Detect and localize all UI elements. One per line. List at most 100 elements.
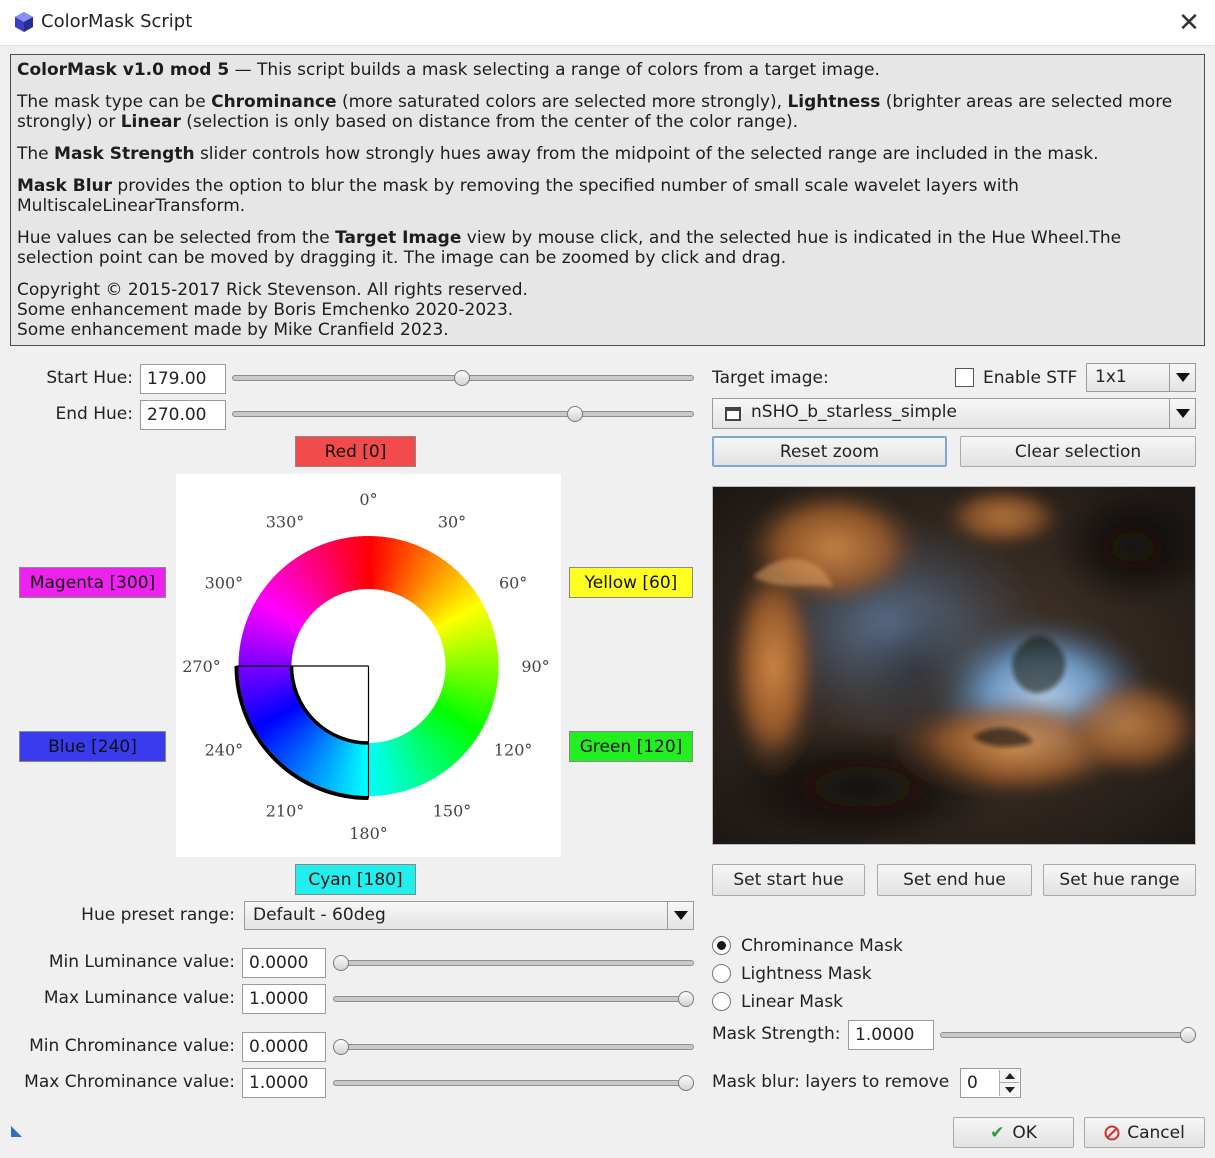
mask-type-option-linear[interactable] — [712, 992, 731, 1011]
description-mask-strength: The Mask Strength slider controls how st… — [17, 144, 1099, 164]
image-window-icon — [725, 407, 741, 421]
slider-track — [333, 996, 694, 1002]
slider-handle[interactable] — [678, 1075, 694, 1091]
target-image-preview[interactable] — [712, 486, 1196, 845]
set-start-hue-button[interactable]: Set start hue — [712, 864, 865, 896]
cancel-button[interactable]: Cancel — [1084, 1117, 1205, 1148]
hue-wheel-graphic[interactable]: 0° 30° 60° 90° 120° 150° 180° 210° 240° 270° 300° 3… — [176, 474, 561, 857]
end-hue-label: End Hue: — [55, 404, 133, 424]
lightness-mask-label: Lightness Mask — [741, 964, 872, 984]
spin-up-icon[interactable] — [999, 1070, 1019, 1083]
enable-stf-label: Enable STF — [983, 368, 1078, 388]
clear-selection-button[interactable]: Clear selection — [960, 436, 1196, 467]
min-luminance-input[interactable]: 0.0000 — [242, 948, 326, 978]
stf-zoom-dropdown[interactable]: 1x1 — [1086, 363, 1196, 392]
hue-tick-label: 330° — [266, 512, 305, 531]
slider-track — [333, 1044, 694, 1050]
lightness-mask-radio[interactable] — [712, 964, 731, 983]
target-image-dropdown[interactable]: nSHO_b_starless_simple — [712, 398, 1196, 429]
hue-tick-label: 270° — [182, 657, 221, 676]
hue-tick-label: 30° — [438, 512, 466, 531]
ok-button[interactable]: ✔ OK — [953, 1117, 1074, 1148]
mask-strength-slider[interactable] — [940, 1026, 1196, 1044]
cancel-label: Cancel — [1127, 1122, 1185, 1143]
spin-down-icon[interactable] — [999, 1083, 1019, 1096]
hue-preset-label: Hue preset range: — [81, 905, 235, 925]
reset-zoom-button[interactable]: Reset zoom — [712, 436, 947, 467]
set-end-hue-button[interactable]: Set end hue — [877, 864, 1032, 896]
target-image-name: nSHO_b_starless_simple — [751, 402, 957, 422]
blue-hue-button[interactable]: Blue [240] — [19, 731, 166, 762]
min-luminance-slider[interactable] — [333, 954, 694, 972]
max-chrominance-input[interactable]: 1.0000 — [242, 1068, 326, 1098]
hue-tick-label: 180° — [349, 824, 388, 843]
chevron-down-icon[interactable] — [667, 902, 693, 929]
hue-tick-label: 120° — [494, 741, 533, 760]
hue-tick-label: 240° — [205, 741, 244, 760]
set-hue-range-button[interactable]: Set hue range — [1043, 864, 1196, 896]
description-mask-type: The mask type can be Chrominance (more s… — [17, 92, 1173, 132]
chevron-down-icon[interactable] — [1169, 399, 1195, 428]
mask-strength-input[interactable]: 1.0000 — [848, 1020, 934, 1050]
hue-tick-label: 90° — [521, 657, 549, 676]
description-panel: ColorMask v1.0 mod 5 — This script build… — [10, 54, 1205, 346]
hue-tick-label: 150° — [433, 802, 472, 821]
max-luminance-label: Max Luminance value: — [43, 988, 235, 1008]
slider-track — [232, 411, 694, 417]
mask-blur-spinbox[interactable]: 0 — [960, 1068, 1021, 1098]
hue-preset-dropdown[interactable]: Default - 60deg — [244, 901, 694, 930]
close-icon[interactable]: ✕ — [1166, 4, 1212, 42]
end-hue-slider[interactable] — [232, 405, 694, 423]
hue-tick-label: 0° — [359, 490, 377, 509]
radio-selected-dot — [717, 941, 726, 950]
slider-handle[interactable] — [333, 1039, 349, 1055]
green-hue-button[interactable]: Green [120] — [569, 731, 693, 762]
slider-track — [333, 1080, 694, 1086]
max-luminance-input[interactable]: 1.0000 — [242, 984, 326, 1014]
mask-blur-value: 0 — [967, 1073, 978, 1093]
slider-handle[interactable] — [567, 406, 583, 422]
max-chrominance-slider[interactable] — [333, 1074, 694, 1092]
chrominance-mask-label: Chrominance Mask — [741, 936, 903, 956]
start-hue-slider[interactable] — [232, 369, 694, 387]
mask-type-option-chrominance[interactable] — [712, 936, 731, 955]
red-hue-button[interactable]: Red [0] — [295, 436, 416, 467]
slider-handle[interactable] — [454, 370, 470, 386]
stf-zoom-value: 1x1 — [1095, 367, 1127, 387]
mask-blur-label: Mask blur: layers to remove — [712, 1072, 950, 1092]
max-luminance-slider[interactable] — [333, 990, 694, 1008]
hue-tick-label: 210° — [266, 802, 305, 821]
slider-handle[interactable] — [1180, 1027, 1196, 1043]
min-chrominance-slider[interactable] — [333, 1038, 694, 1056]
end-hue-input[interactable]: 270.00 — [140, 400, 226, 430]
title-bar: ColorMask Script ✕ — [0, 0, 1215, 46]
description-intro: ColorMask v1.0 mod 5 — This script build… — [17, 60, 880, 80]
mask-type-option-lightness[interactable] — [712, 964, 731, 983]
hue-wheel[interactable]: 0° 30° 60° 90° 120° 150° 180° 210° 240° 270° 300° 3… — [176, 474, 561, 857]
hue-preset-value: Default - 60deg — [253, 905, 386, 925]
start-hue-label: Start Hue: — [46, 368, 133, 388]
yellow-hue-button[interactable]: Yellow [60] — [569, 567, 693, 598]
target-image-label: Target image: — [712, 368, 829, 388]
slider-track — [940, 1032, 1196, 1038]
min-chrominance-input[interactable]: 0.0000 — [242, 1032, 326, 1062]
app-logo-icon — [15, 12, 33, 32]
enable-stf-checkbox[interactable] — [955, 368, 974, 387]
linear-mask-radio[interactable] — [712, 992, 731, 1011]
nebula-image[interactable] — [713, 487, 1196, 845]
cancel-icon — [1104, 1125, 1120, 1140]
chevron-down-icon[interactable] — [1169, 364, 1195, 391]
window-title: ColorMask Script — [41, 11, 193, 32]
slider-handle[interactable] — [333, 955, 349, 971]
start-hue-input[interactable]: 179.00 — [140, 364, 226, 394]
min-chrominance-label: Min Chrominance value: — [29, 1036, 235, 1056]
description-mask-blur: Mask Blur provides the option to blur th… — [17, 176, 1019, 216]
slider-track — [333, 960, 694, 966]
magenta-hue-button[interactable]: Magenta [300] — [19, 567, 166, 598]
resize-corner-icon[interactable] — [11, 1126, 23, 1138]
chrominance-mask-radio[interactable] — [712, 936, 731, 955]
cyan-hue-button[interactable]: Cyan [180] — [295, 864, 416, 895]
min-luminance-label: Min Luminance value: — [48, 952, 235, 972]
slider-handle[interactable] — [678, 991, 694, 1007]
description-target-image: Hue values can be selected from the Targ… — [17, 228, 1122, 268]
